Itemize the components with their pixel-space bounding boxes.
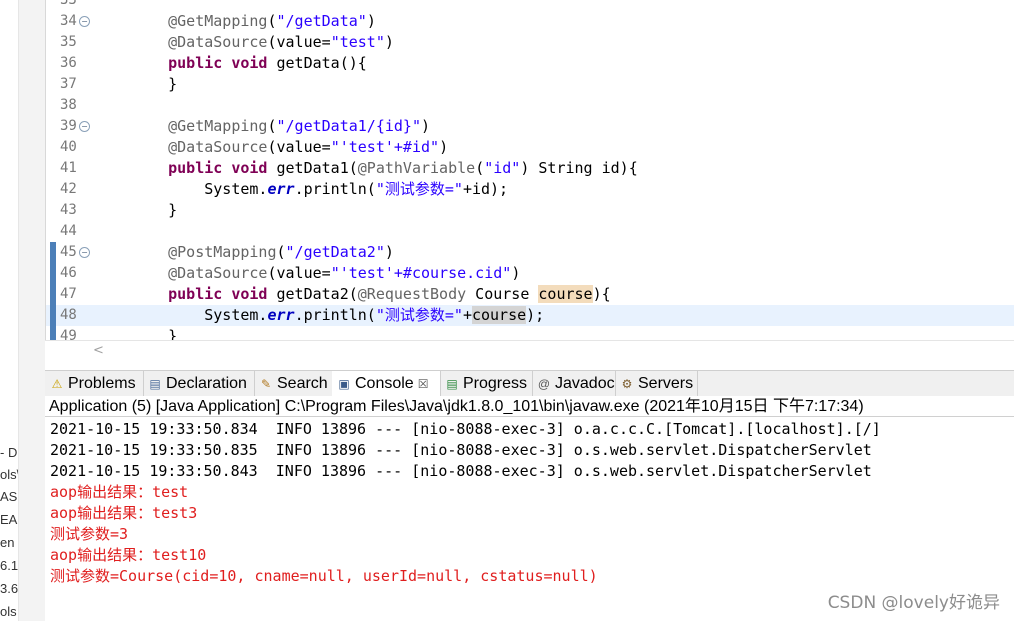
bottom-views-tabbar: ⚠ Problems ▤ Declaration ✎ Search ▣ Console ☒ ▤ Pr…: [45, 370, 1014, 397]
code-text: }: [132, 75, 178, 93]
code-text: System.err.println("测试参数="+id);: [132, 180, 509, 198]
quick-diff-bar: [50, 305, 56, 326]
left-panel-fragment: 3.6: [0, 581, 19, 596]
console-stderr-line: aop输出结果：test3: [50, 504, 198, 522]
code-line[interactable]: 43 }: [46, 200, 1014, 221]
line-number: 35: [60, 34, 77, 50]
line-number: 40: [60, 139, 77, 155]
console-launch-title: Application (5) [Java Application] C:\Pr…: [45, 396, 1014, 417]
fold-toggle-icon[interactable]: −: [79, 121, 90, 132]
code-text: public void getData2(@RequestBody Course…: [168, 285, 611, 303]
left-panel-fragment: ols: [0, 604, 17, 619]
search-icon: ✎: [260, 376, 272, 391]
tab-label: Search: [277, 374, 328, 392]
tab-label: Console: [355, 374, 414, 392]
quick-diff-bar: [50, 242, 56, 263]
editor-bottom-gap: [45, 360, 1014, 370]
code-line[interactable]: 37 }: [46, 74, 1014, 95]
editor-horizontal-scrollbar[interactable]: <: [45, 340, 1014, 361]
code-line[interactable]: 34− @GetMapping("/getData"): [46, 11, 1014, 32]
code-line[interactable]: 42 System.err.println("测试参数="+id);: [46, 179, 1014, 200]
code-line[interactable]: 35 @DataSource(value="test"): [46, 32, 1014, 53]
console-stderr-line: 测试参数=3: [50, 525, 129, 543]
line-number: 37: [60, 76, 77, 92]
console-icon: ▣: [338, 376, 350, 391]
servers-icon: ⚙: [621, 376, 633, 391]
code-text: public void getData(){: [168, 54, 367, 72]
close-icon[interactable]: ☒: [418, 377, 429, 391]
tab-label: Declaration: [166, 374, 247, 392]
left-panel-fragment: 6.1: [0, 558, 19, 573]
code-text: public void getData1(@PathVariable("id")…: [168, 159, 638, 177]
line-number: 33: [60, 0, 77, 8]
progress-icon: ▤: [446, 376, 458, 391]
code-line[interactable]: 48 System.err.println("测试参数="+course);: [46, 305, 1014, 326]
console-log-line: 2021-10-15 19:33:50.835 INFO 13896 --- […: [50, 441, 872, 459]
line-number: 47: [60, 286, 77, 302]
code-line[interactable]: 46 @DataSource(value="'test'+#course.cid…: [46, 263, 1014, 284]
left-gutter: [19, 0, 45, 621]
line-number: 36: [60, 55, 77, 71]
left-panel-fragment: EA: [0, 512, 18, 527]
code-text: @GetMapping("/getData"): [168, 12, 376, 30]
line-number: 41: [60, 160, 77, 176]
code-text: @DataSource(value="'test'+#id"): [168, 138, 449, 156]
code-line[interactable]: 44: [46, 221, 1014, 242]
tab-progress[interactable]: ▤ Progress: [440, 371, 533, 396]
tab-label: Javadoc: [555, 374, 615, 392]
left-panel-fragment: en: [0, 535, 15, 550]
quick-diff-bar: [50, 263, 56, 284]
scroll-left-icon[interactable]: <: [93, 343, 104, 358]
tab-problems[interactable]: ⚠ Problems: [45, 371, 144, 396]
left-panel-clipped: - D ols\ AS EA en 6.1 3.6 ols: [0, 0, 19, 621]
code-line[interactable]: 40 @DataSource(value="'test'+#id"): [46, 137, 1014, 158]
declaration-icon: ▤: [149, 376, 161, 391]
code-text: @DataSource(value="'test'+#course.cid"): [168, 264, 521, 282]
fold-toggle-icon[interactable]: −: [79, 247, 90, 258]
tab-label: Progress: [463, 374, 528, 392]
javadoc-icon: @: [537, 376, 551, 391]
console-stderr-line: aop输出结果：test10: [50, 546, 207, 564]
code-text: }: [132, 201, 178, 219]
left-panel-fragment: - D: [0, 445, 18, 460]
console-log-line: 2021-10-15 19:33:50.834 INFO 13896 --- […: [50, 420, 881, 438]
left-panel-fragment: ols\: [0, 467, 19, 482]
tab-declaration[interactable]: ▤ Declaration: [143, 371, 255, 396]
code-line[interactable]: 41 public void getData1(@PathVariable("i…: [46, 158, 1014, 179]
left-panel-fragment: AS: [0, 489, 18, 504]
tab-label: Servers: [638, 374, 694, 392]
tab-label: Problems: [68, 374, 136, 392]
code-line[interactable]: 36 public void getData(){: [46, 53, 1014, 74]
line-number: 44: [60, 223, 77, 239]
console-stderr-line: 测试参数=Course(cid=10, cname=null, userId=n…: [50, 567, 598, 585]
code-editor[interactable]: 33 34− @GetMapping("/getData") 35 @DataSou…: [45, 0, 1014, 344]
fold-toggle-icon[interactable]: −: [79, 16, 90, 27]
line-number: 38: [60, 97, 77, 113]
tab-console[interactable]: ▣ Console ☒: [332, 371, 441, 396]
code-line[interactable]: 38: [46, 95, 1014, 116]
tab-javadoc[interactable]: @ Javadoc: [532, 371, 616, 396]
line-number: 46: [60, 265, 77, 281]
line-number: 48: [60, 307, 77, 323]
code-text: @PostMapping("/getData2"): [168, 243, 394, 261]
code-line[interactable]: 33: [46, 0, 1014, 11]
code-line[interactable]: 45− @PostMapping("/getData2"): [46, 242, 1014, 263]
console-stderr-line: aop输出结果：test: [50, 483, 189, 501]
code-line[interactable]: 39− @GetMapping("/getData1/{id}"): [46, 116, 1014, 137]
console-log-line: 2021-10-15 19:33:50.843 INFO 13896 --- […: [50, 462, 872, 480]
tab-search[interactable]: ✎ Search: [254, 371, 333, 396]
code-line[interactable]: 47 public void getData2(@RequestBody Cou…: [46, 284, 1014, 305]
line-number: 42: [60, 181, 77, 197]
watermark: CSDN @lovely好诡异: [827, 593, 1000, 613]
tab-servers[interactable]: ⚙ Servers: [615, 371, 698, 396]
code-text: @DataSource(value="test"): [168, 33, 394, 51]
quick-diff-bar: [50, 284, 56, 305]
line-number: 43: [60, 202, 77, 218]
code-text: System.err.println("测试参数="+course);: [132, 306, 545, 324]
code-text: @GetMapping("/getData1/{id}"): [168, 117, 431, 135]
problems-icon: ⚠: [51, 376, 63, 391]
